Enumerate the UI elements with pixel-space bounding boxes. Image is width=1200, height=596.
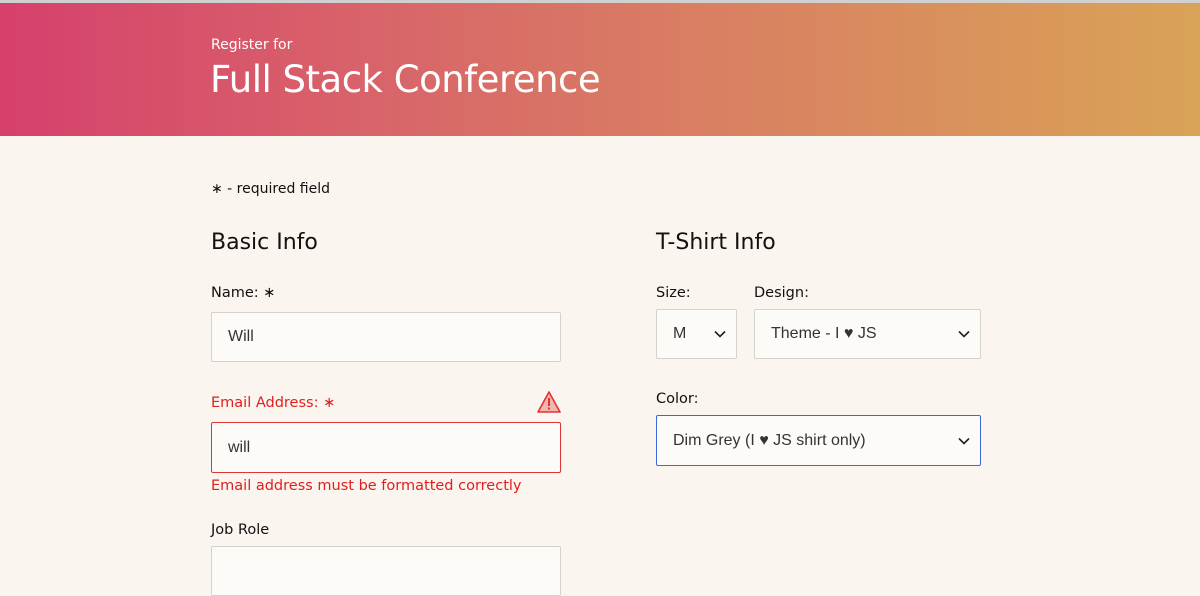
chevron-down-icon [958, 437, 970, 445]
color-label: Color: [656, 391, 699, 407]
email-label: Email Address: ∗ [211, 395, 336, 411]
chevron-down-icon [714, 330, 726, 338]
header-subtitle: Register for [211, 37, 293, 53]
page-header: Register for Full Stack Conference [0, 0, 1200, 136]
basic-info-heading: Basic Info [211, 230, 318, 255]
name-label: Name: ∗ [211, 285, 276, 301]
color-select-value: Dim Grey (I ♥ JS shirt only) [673, 431, 866, 449]
size-select[interactable]: M [656, 309, 737, 359]
design-label: Design: [754, 285, 809, 301]
page-title: Full Stack Conference [210, 58, 601, 101]
warning-triangle-icon [537, 391, 561, 413]
email-error-message: Email address must be formatted correctl… [211, 478, 522, 494]
chevron-down-icon [958, 330, 970, 338]
email-field-value: will [228, 438, 251, 456]
size-select-value: M [673, 325, 687, 342]
tshirt-info-heading: T-Shirt Info [656, 230, 776, 255]
design-select[interactable]: Theme - I ♥ JS [754, 309, 981, 359]
email-field[interactable]: will [211, 422, 561, 473]
size-label: Size: [656, 285, 691, 301]
job-role-label: Job Role [211, 522, 270, 538]
job-role-field[interactable] [211, 546, 561, 596]
color-select[interactable]: Dim Grey (I ♥ JS shirt only) [656, 415, 981, 466]
name-field-value: Will [228, 328, 254, 345]
required-field-note: ∗ - required field [211, 181, 330, 197]
design-select-value: Theme - I ♥ JS [771, 325, 877, 342]
name-field[interactable]: Will [211, 312, 561, 362]
